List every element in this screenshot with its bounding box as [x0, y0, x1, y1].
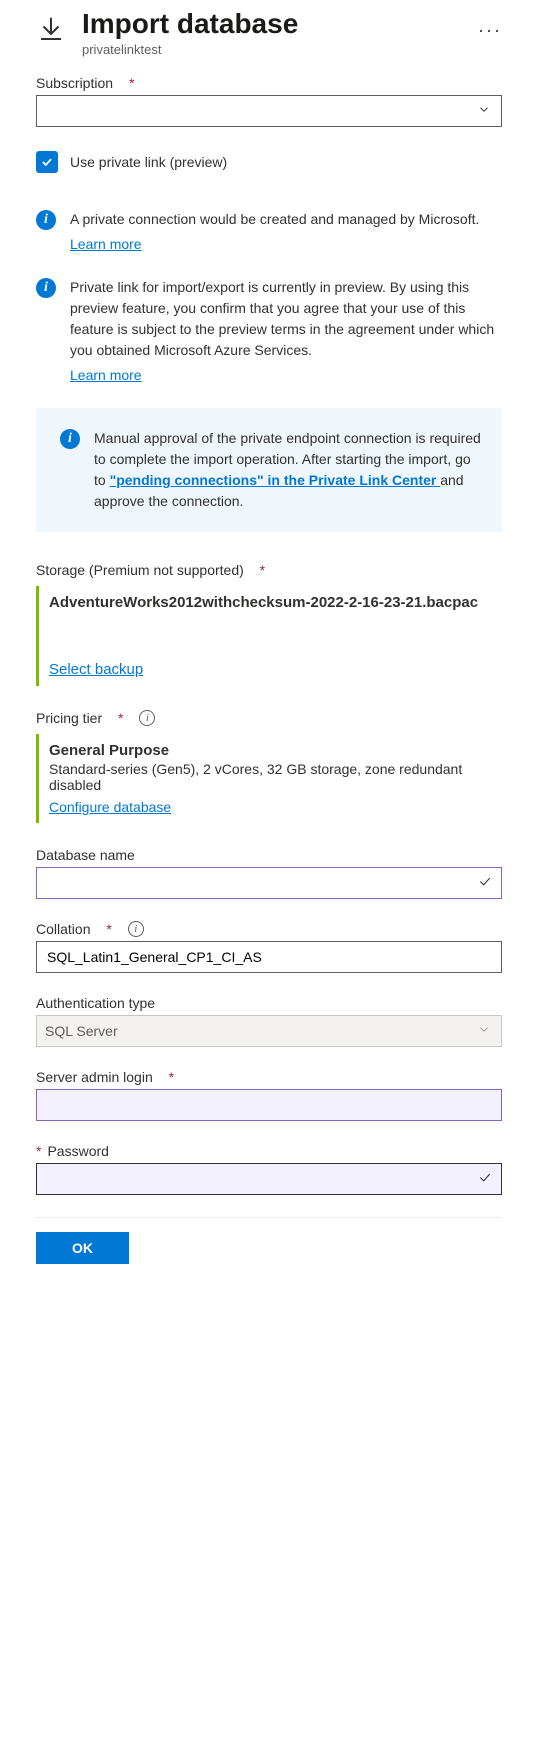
use-private-link-label: Use private link (preview) [70, 154, 227, 170]
storage-label: Storage (Premium not supported) * [36, 562, 502, 578]
collation-label: Collation * i [36, 921, 502, 937]
use-private-link-checkbox[interactable]: Use private link (preview) [36, 151, 502, 173]
collation-input[interactable] [36, 941, 502, 973]
pricing-tier-name: General Purpose [49, 742, 492, 759]
learn-more-link[interactable]: Learn more [70, 234, 142, 255]
learn-more-link[interactable]: Learn more [70, 365, 142, 386]
info-icon: i [36, 210, 56, 230]
storage-selection-box: AdventureWorks2012withchecksum-2022-2-16… [36, 586, 502, 686]
pending-connections-link[interactable]: "pending connections" in the Private Lin… [110, 472, 441, 488]
info-private-connection: i A private connection would be created … [36, 209, 502, 255]
password-label: *Password [36, 1143, 502, 1159]
database-name-label: Database name [36, 847, 502, 863]
auth-type-label: Authentication type [36, 995, 502, 1011]
chevron-down-icon [477, 1023, 491, 1040]
pricing-tier-desc: Standard-series (Gen5), 2 vCores, 32 GB … [49, 761, 492, 793]
pricing-tier-box: General Purpose Standard-series (Gen5), … [36, 734, 502, 823]
page-title: Import database [82, 8, 462, 40]
info-tooltip-icon[interactable]: i [128, 921, 144, 937]
info-icon: i [60, 429, 80, 449]
checkmark-icon [477, 874, 493, 893]
database-name-input[interactable] [36, 867, 502, 899]
select-backup-link[interactable]: Select backup [49, 661, 143, 678]
configure-database-link[interactable]: Configure database [49, 799, 171, 815]
blade-header: Import database privatelinktest ··· [36, 8, 502, 57]
more-menu-icon[interactable]: ··· [478, 20, 502, 41]
info-preview-terms: i Private link for import/export is curr… [36, 277, 502, 386]
import-icon [36, 14, 66, 47]
info-tooltip-icon[interactable]: i [139, 710, 155, 726]
password-input[interactable] [36, 1163, 502, 1195]
subscription-select[interactable] [36, 95, 502, 127]
info-icon: i [36, 278, 56, 298]
admin-login-label: Server admin login * [36, 1069, 502, 1085]
footer-bar: OK [36, 1217, 502, 1264]
auth-type-select[interactable]: SQL Server [36, 1015, 502, 1047]
checkbox-checked-icon [36, 151, 58, 173]
ok-button[interactable]: OK [36, 1232, 129, 1264]
manual-approval-callout: i Manual approval of the private endpoin… [36, 408, 502, 532]
pricing-tier-label: Pricing tier * i [36, 710, 502, 726]
checkmark-icon [477, 1170, 493, 1189]
admin-login-input[interactable] [36, 1089, 502, 1121]
storage-file-name: AdventureWorks2012withchecksum-2022-2-16… [49, 594, 492, 611]
subscription-label: Subscription * [36, 75, 502, 91]
page-subtitle: privatelinktest [82, 42, 462, 57]
chevron-down-icon [477, 103, 491, 120]
